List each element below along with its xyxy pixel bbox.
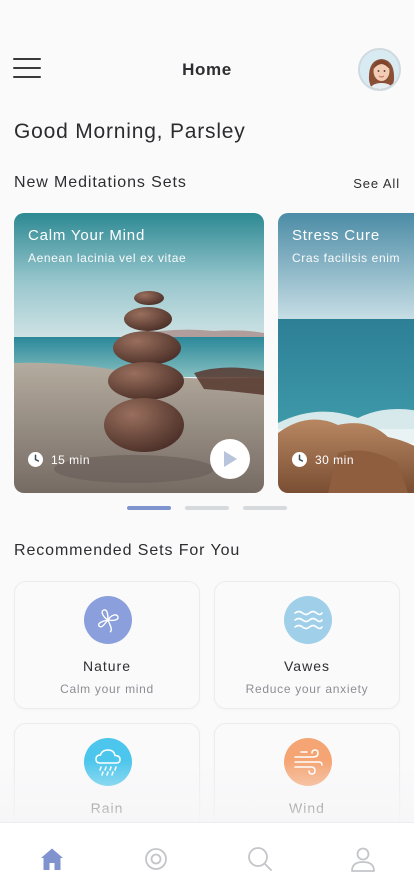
profile-icon bbox=[351, 847, 375, 872]
tab-meditate[interactable] bbox=[142, 845, 170, 873]
play-icon bbox=[224, 451, 237, 467]
section-title-recommended: Recommended Sets For You bbox=[14, 542, 241, 559]
waves-icon bbox=[284, 596, 332, 644]
user-avatar[interactable] bbox=[358, 48, 401, 91]
clock-icon bbox=[28, 452, 43, 467]
search-icon bbox=[248, 847, 272, 871]
rain-cloud-icon bbox=[84, 738, 132, 786]
duration-label: 15 min bbox=[51, 452, 91, 467]
rec-subtitle: Reduce your anxiety bbox=[245, 682, 369, 696]
rec-name: Wind bbox=[289, 800, 325, 816]
home-screen: Home Good Morning, Parsley New Meditatio… bbox=[0, 0, 414, 896]
card-subtitle: Aenean lacinia vel ex vitae bbox=[28, 251, 187, 265]
app-header: Home bbox=[0, 44, 414, 94]
section-title-new-sets: New Meditations Sets bbox=[14, 174, 187, 191]
target-icon bbox=[145, 848, 167, 870]
tab-search[interactable] bbox=[246, 845, 274, 873]
play-button[interactable] bbox=[210, 439, 250, 479]
recommended-card-nature[interactable]: Nature Calm your mind bbox=[14, 581, 200, 709]
card-subtitle: Cras facilisis enim bbox=[292, 251, 401, 265]
recommended-card-vawes[interactable]: Vawes Reduce your anxiety bbox=[214, 581, 400, 709]
pagination-dot-3[interactable] bbox=[243, 506, 287, 510]
rec-name: Rain bbox=[90, 800, 124, 816]
card-duration: 30 min bbox=[292, 452, 354, 467]
bottom-tab-bar bbox=[0, 822, 414, 896]
see-all-link[interactable]: See All bbox=[353, 176, 400, 191]
home-icon bbox=[41, 848, 63, 870]
pagination-dot-2[interactable] bbox=[185, 506, 229, 510]
carousel-pagination bbox=[127, 506, 301, 510]
clover-icon bbox=[84, 596, 132, 644]
card-title: Stress Cure bbox=[292, 227, 380, 244]
page-title: Home bbox=[182, 60, 232, 79]
tab-home[interactable] bbox=[38, 845, 66, 873]
pagination-dot-1[interactable] bbox=[127, 506, 171, 510]
meditation-card-calm-your-mind[interactable]: Calm Your Mind Aenean lacinia vel ex vit… bbox=[14, 213, 264, 493]
recommended-header: Recommended Sets For You bbox=[14, 542, 400, 560]
greeting-text: Good Morning, Parsley bbox=[14, 120, 246, 143]
card-duration: 15 min bbox=[28, 452, 90, 467]
meditation-carousel[interactable]: Calm Your Mind Aenean lacinia vel ex vit… bbox=[14, 213, 414, 493]
tab-profile[interactable] bbox=[349, 845, 377, 873]
new-sets-header: New Meditations Sets See All bbox=[14, 174, 400, 192]
rec-name: Nature bbox=[82, 658, 132, 674]
rec-name: Vawes bbox=[284, 658, 330, 674]
clock-icon bbox=[292, 452, 307, 467]
duration-label: 30 min bbox=[315, 452, 355, 467]
meditation-card-stress-cure[interactable]: Stress Cure Cras facilisis enim 30 min bbox=[278, 213, 414, 493]
rec-subtitle: Calm your mind bbox=[60, 682, 154, 696]
card-title: Calm Your Mind bbox=[28, 227, 146, 244]
wind-icon bbox=[284, 738, 332, 786]
